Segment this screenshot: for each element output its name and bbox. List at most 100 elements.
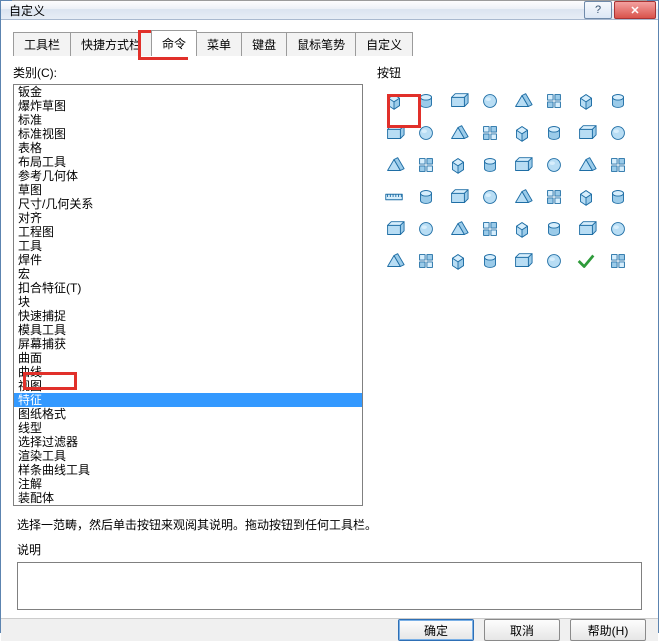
- cubes-icon[interactable]: [507, 214, 537, 244]
- category-item[interactable]: 尺寸/几何关系: [14, 197, 362, 211]
- path-icon[interactable]: [411, 246, 441, 276]
- category-item[interactable]: 快速捕捉: [14, 309, 362, 323]
- tab-1[interactable]: 快捷方式栏: [70, 32, 152, 56]
- category-item[interactable]: 注解: [14, 477, 362, 491]
- help-button[interactable]: ?: [584, 1, 612, 19]
- category-item[interactable]: 爆炸草图: [14, 99, 362, 113]
- window-icon[interactable]: [571, 86, 601, 116]
- category-listbox[interactable]: 钣金爆炸草图标准标准视图表格布局工具参考几何体草图尺寸/几何关系对齐工程图工具焊…: [13, 84, 363, 506]
- film-icon[interactable]: [539, 150, 569, 180]
- category-item[interactable]: 模具工具: [14, 323, 362, 337]
- category-label: 类别(C):: [13, 64, 363, 81]
- category-item[interactable]: 标准: [14, 113, 362, 127]
- wedge-icon[interactable]: [411, 118, 441, 148]
- category-item[interactable]: 工具: [14, 239, 362, 253]
- cylinder-icon[interactable]: [507, 118, 537, 148]
- category-item[interactable]: 视图: [14, 379, 362, 393]
- category-item[interactable]: 线型: [14, 421, 362, 435]
- category-item[interactable]: 块: [14, 295, 362, 309]
- category-item[interactable]: 参考几何体: [14, 169, 362, 183]
- cubes4-icon[interactable]: [507, 246, 537, 276]
- check-icon[interactable]: [571, 246, 601, 276]
- box3-icon[interactable]: [475, 150, 505, 180]
- tab-4[interactable]: 键盘: [241, 32, 287, 56]
- cubes2-icon[interactable]: [539, 214, 569, 244]
- category-item[interactable]: 表格: [14, 141, 362, 155]
- pattern-icon[interactable]: [603, 182, 633, 212]
- diamond-icon[interactable]: [443, 246, 473, 276]
- category-panel: 类别(C): 钣金爆炸草图标准标准视图表格布局工具参考几何体草图尺寸/几何关系对…: [13, 64, 363, 506]
- category-item[interactable]: 屏幕捕获: [14, 337, 362, 351]
- x-icon[interactable]: [539, 182, 569, 212]
- cubes3-icon[interactable]: [571, 214, 601, 244]
- pattern2-icon[interactable]: [539, 246, 569, 276]
- ok-button[interactable]: 确定: [398, 619, 474, 641]
- window-title: 自定义: [9, 2, 582, 19]
- shell-icon[interactable]: [539, 86, 569, 116]
- layers-icon[interactable]: [475, 246, 505, 276]
- category-item[interactable]: 曲线: [14, 365, 362, 379]
- grid2-icon[interactable]: [443, 214, 473, 244]
- sphere-icon[interactable]: [379, 150, 409, 180]
- category-item[interactable]: 钣金: [14, 85, 362, 99]
- corner2-icon[interactable]: [507, 182, 537, 212]
- buttons-label: 按钮: [377, 64, 646, 81]
- category-item[interactable]: 曲面: [14, 351, 362, 365]
- category-item[interactable]: 图纸格式: [14, 407, 362, 421]
- sweep-icon[interactable]: [443, 86, 473, 116]
- help-button-footer[interactable]: 帮助(H): [570, 619, 646, 641]
- tree-icon[interactable]: [379, 214, 409, 244]
- block-icon[interactable]: [475, 118, 505, 148]
- grid-3d-icon[interactable]: [603, 246, 633, 276]
- hemisphere-icon[interactable]: [411, 150, 441, 180]
- box5-icon[interactable]: [603, 150, 633, 180]
- axes-icon[interactable]: [603, 214, 633, 244]
- light-icon[interactable]: [539, 118, 569, 148]
- category-item[interactable]: 工程图: [14, 225, 362, 239]
- category-item[interactable]: 选择过滤器: [14, 435, 362, 449]
- category-item[interactable]: 焊件: [14, 253, 362, 267]
- plane-icon[interactable]: [571, 118, 601, 148]
- close-button[interactable]: ✕: [614, 1, 656, 19]
- cube-icon[interactable]: [379, 86, 409, 116]
- category-item[interactable]: 渲染工具: [14, 449, 362, 463]
- category-item[interactable]: 装配体: [14, 491, 362, 505]
- hint-text: 选择一范畴，然后单击按钮来观阅其说明。拖动按钮到任何工具栏。: [17, 516, 642, 533]
- tab-6[interactable]: 自定义: [355, 32, 413, 56]
- stairs-icon[interactable]: [475, 214, 505, 244]
- tab-5[interactable]: 鼠标笔势: [286, 32, 356, 56]
- content: 类别(C): 钣金爆炸草图标准标准视图表格布局工具参考几何体草图尺寸/几何关系对…: [1, 56, 658, 618]
- category-item[interactable]: 布局工具: [14, 155, 362, 169]
- category-item[interactable]: 扣合特征(T): [14, 281, 362, 295]
- swirl-icon[interactable]: [411, 86, 441, 116]
- box-icon[interactable]: [507, 86, 537, 116]
- category-item[interactable]: 特征: [14, 393, 362, 407]
- unfold-icon[interactable]: [603, 86, 633, 116]
- box2-icon[interactable]: [443, 118, 473, 148]
- tab-0[interactable]: 工具栏: [13, 32, 71, 56]
- icon-panel: [377, 84, 646, 506]
- tab-3[interactable]: 菜单: [196, 32, 242, 56]
- tab-2[interactable]: 命令: [151, 30, 197, 56]
- cube2-icon[interactable]: [603, 118, 633, 148]
- cubewire-icon[interactable]: [411, 182, 441, 212]
- category-item[interactable]: 标准视图: [14, 127, 362, 141]
- category-item[interactable]: 样条曲线工具: [14, 463, 362, 477]
- category-item[interactable]: 对齐: [14, 211, 362, 225]
- category-item[interactable]: 草图: [14, 183, 362, 197]
- grid-icon[interactable]: [411, 214, 441, 244]
- description-label: 说明: [17, 541, 642, 558]
- cube3-icon[interactable]: [379, 246, 409, 276]
- category-item[interactable]: 宏: [14, 267, 362, 281]
- corner-icon[interactable]: [475, 182, 505, 212]
- pyramid-icon[interactable]: [379, 118, 409, 148]
- box4-icon[interactable]: [571, 150, 601, 180]
- mirror-icon[interactable]: [571, 182, 601, 212]
- buttons-panel: 按钮: [377, 64, 646, 506]
- ruler-icon[interactable]: [379, 182, 409, 212]
- cancel-button[interactable]: 取消: [484, 619, 560, 641]
- splitbox-icon[interactable]: [507, 150, 537, 180]
- prism-icon[interactable]: [443, 150, 473, 180]
- arrow-down-icon[interactable]: [475, 86, 505, 116]
- box6-icon[interactable]: [443, 182, 473, 212]
